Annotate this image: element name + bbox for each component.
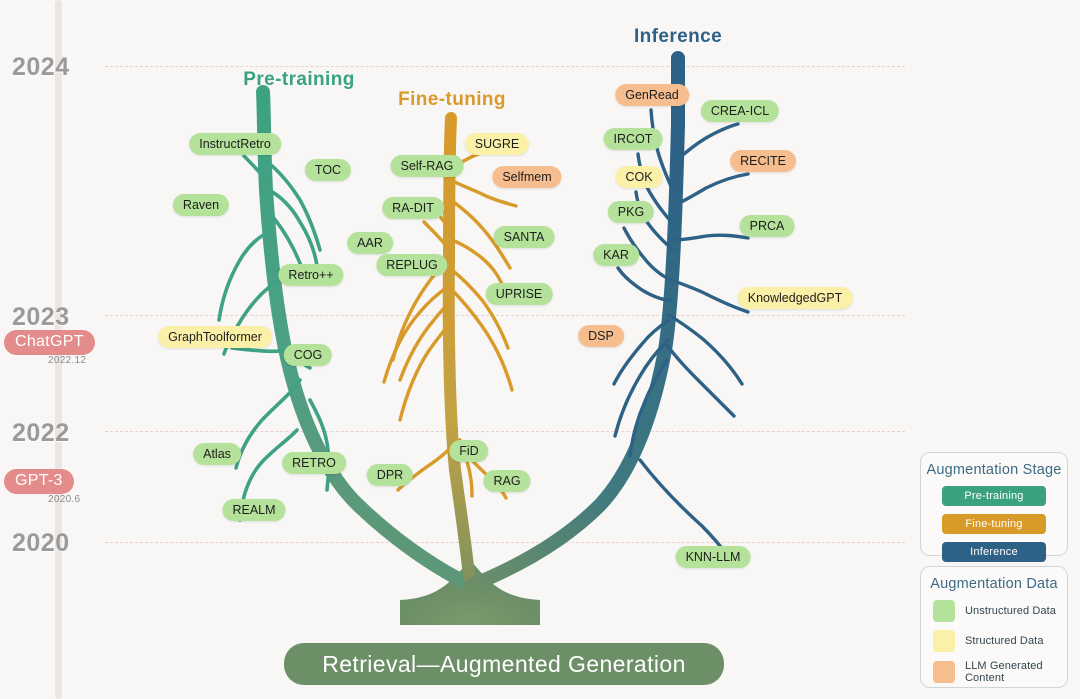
legend-stage-chip-fine-tuning: Fine-tuning	[942, 514, 1046, 534]
method-node-retro-[interactable]: Retro++	[278, 264, 344, 286]
legend-data-row-llm-generated-content: LLM Generated Content	[933, 660, 1067, 684]
method-node-santa[interactable]: SANTA	[493, 226, 555, 248]
branch-title-pretraining: Pre-training	[243, 69, 355, 90]
method-node-retro[interactable]: RETRO	[282, 452, 346, 474]
method-node-cog[interactable]: COG	[283, 344, 333, 366]
method-node-recite[interactable]: RECITE	[730, 150, 796, 172]
method-node-rag[interactable]: RAG	[483, 470, 531, 492]
method-node-ra-dit[interactable]: RA-DIT	[382, 197, 444, 219]
method-node-ircot[interactable]: IRCOT	[603, 128, 663, 150]
root-label: Retrieval—Augmented Generation	[284, 643, 724, 685]
legend-data-label: Structured Data	[965, 635, 1044, 647]
legend-swatch	[933, 600, 955, 622]
method-node-replug[interactable]: REPLUG	[376, 254, 448, 276]
method-node-raven[interactable]: Raven	[172, 194, 230, 216]
method-node-toc[interactable]: TOC	[304, 159, 352, 181]
method-node-fid[interactable]: FiD	[449, 440, 489, 462]
legend-data-row-unstructured-data: Unstructured Data	[933, 600, 1067, 622]
method-node-selfmem[interactable]: Selfmem	[492, 166, 562, 188]
method-node-uprise[interactable]: UPRISE	[485, 283, 553, 305]
method-node-knowledgedgpt[interactable]: KnowledgedGPT	[737, 287, 853, 309]
legend-stage-chip-inference: Inference	[942, 542, 1046, 562]
method-node-instructretro[interactable]: InstructRetro	[189, 133, 281, 155]
branch-title-inference: Inference	[633, 26, 723, 47]
legend-data-label: Unstructured Data	[965, 605, 1056, 617]
method-node-prca[interactable]: PRCA	[739, 215, 795, 237]
method-node-kar[interactable]: KAR	[593, 244, 639, 266]
method-node-pkg[interactable]: PKG	[607, 201, 655, 223]
legend-stage-items: Pre-training Fine-tuning Inference	[921, 486, 1067, 562]
legend-data-row-structured-data: Structured Data	[933, 630, 1067, 652]
legend-stage-chip-pre-training: Pre-training	[942, 486, 1046, 506]
legend-data-items: Unstructured Data Structured Data LLM Gene…	[921, 600, 1067, 684]
method-node-atlas[interactable]: Atlas	[193, 443, 241, 465]
legend-stage-title: Augmentation Stage	[926, 462, 1062, 478]
method-node-dsp[interactable]: DSP	[578, 325, 624, 347]
method-node-realm[interactable]: REALM	[222, 499, 286, 521]
legend-data-title: Augmentation Data	[930, 576, 1058, 592]
method-node-crea-icl[interactable]: CREA-ICL	[700, 100, 780, 122]
branch-title-finetuning: Fine-tuning	[398, 89, 506, 110]
method-node-genread[interactable]: GenRead	[615, 84, 689, 106]
legend-data-label: LLM Generated Content	[965, 660, 1043, 684]
method-node-self-rag[interactable]: Self-RAG	[390, 155, 464, 177]
tree-graphic	[217, 51, 750, 625]
method-node-graphtoolformer[interactable]: GraphToolformer	[158, 326, 272, 348]
method-node-sugre[interactable]: SUGRE	[464, 133, 530, 155]
legend-swatch	[933, 630, 955, 652]
rag-tree-diagram: 2024 2023 2022 2020 ChatGPT 2022.12 GPT-3 2020…	[0, 0, 1080, 699]
method-node-knn-llm[interactable]: KNN-LLM	[675, 546, 751, 568]
legend-swatch	[933, 661, 955, 683]
method-node-dpr[interactable]: DPR	[366, 464, 414, 486]
method-node-cok[interactable]: COK	[615, 166, 663, 188]
legend-augmentation-stage: Augmentation Stage Pre-training Fine-tuni…	[920, 452, 1068, 562]
legend-augmentation-data: Augmentation Data Unstructured Data Struc…	[920, 566, 1068, 688]
method-node-aar[interactable]: AAR	[347, 232, 393, 254]
